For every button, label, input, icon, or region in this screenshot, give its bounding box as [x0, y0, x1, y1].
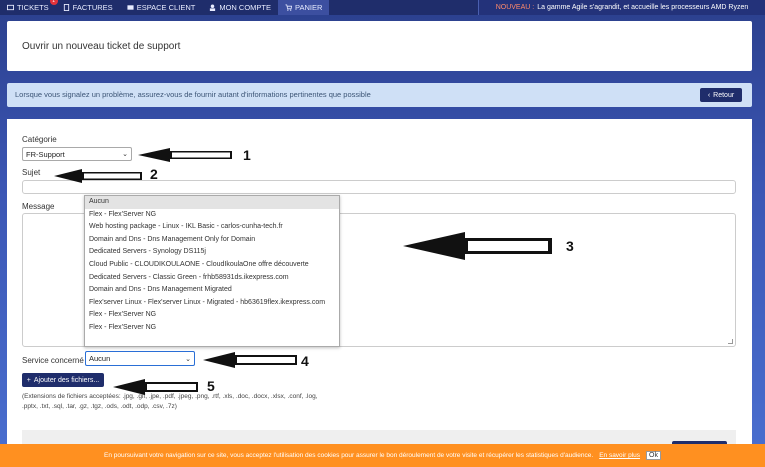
service-option[interactable]: Web hosting package - Linux - IKL Basic …: [85, 221, 339, 234]
info-text: Lorsque vous signalez un problème, assur…: [15, 90, 371, 99]
service-option[interactable]: Aucun: [85, 196, 339, 209]
add-files-label: Ajouter des fichiers...: [33, 376, 100, 384]
category-label: Catégorie: [22, 135, 57, 144]
cookie-text: En poursuivant votre navigation sur ce s…: [104, 452, 594, 459]
service-option[interactable]: Domain and Dns - Dns Management Only for…: [85, 234, 339, 247]
news-tag: NOUVEAU :: [495, 4, 535, 11]
category-select[interactable]: FR-Support ⌄: [22, 147, 132, 161]
news-banner[interactable]: NOUVEAU : La gamme Agile s'agrandit, et …: [478, 0, 765, 15]
service-option[interactable]: Dedicated Servers - Classic Green - frhb…: [85, 272, 339, 285]
service-option[interactable]: Domain and Dns - Dns Management Migrated: [85, 284, 339, 297]
subject-label: Sujet: [22, 168, 41, 177]
annotation-number-2: 2: [150, 166, 158, 182]
chevron-left-icon: ‹: [707, 91, 711, 99]
extensions-line-1: (Extensions de fichiers acceptées: .jpg,…: [22, 393, 318, 400]
plus-icon: +: [26, 376, 31, 384]
service-dropdown-list[interactable]: Aucun Flex - Flex'Server NG Web hosting …: [84, 195, 340, 347]
chevron-down-icon: ⌄: [122, 151, 128, 158]
category-value: FR-Support: [26, 149, 65, 159]
annotation-number-5: 5: [207, 378, 215, 394]
add-files-button[interactable]: + Ajouter des fichiers...: [22, 373, 104, 387]
resize-handle-icon[interactable]: [728, 339, 733, 344]
service-option[interactable]: Flex - Flex'Server NG: [85, 209, 339, 222]
accepted-extensions: (Extensions de fichiers acceptées: .jpg,…: [22, 392, 322, 411]
service-value: Aucun: [89, 354, 111, 363]
nav-factures-label: FACTURES: [72, 3, 113, 12]
notification-badge: 1: [49, 0, 58, 5]
service-option[interactable]: Flex - Flex'Server NG: [85, 309, 339, 322]
back-button[interactable]: ‹ Retour: [700, 88, 742, 102]
annotation-number-4: 4: [301, 353, 309, 369]
invoice-icon: [63, 4, 70, 11]
nav-panier[interactable]: PANIER: [278, 0, 330, 15]
annotation-number-3: 3: [566, 238, 574, 254]
back-button-label: Retour: [713, 91, 735, 99]
message-label: Message: [22, 202, 55, 211]
page-title: Ouvrir un nouveau ticket de support: [22, 41, 181, 52]
annotation-number-1: 1: [243, 147, 251, 163]
nav-espace-client[interactable]: ESPACE CLIENT: [120, 0, 203, 15]
service-option[interactable]: Cloud Public - CLOUDIKOULAONE - CloudIko…: [85, 259, 339, 272]
service-option[interactable]: Flex - Flex'Server NG: [85, 322, 339, 335]
ticket-icon: [7, 4, 14, 11]
cart-icon: [285, 4, 292, 11]
news-text: La gamme Agile s'agrandit, et accueille …: [537, 4, 749, 11]
nav-tickets-label: TICKETS: [17, 3, 49, 12]
nav-espace-client-label: ESPACE CLIENT: [136, 3, 196, 12]
extensions-line-2: .pptx, .txt, .sql, .tar, .gz, .tgz, .ods…: [22, 402, 177, 410]
title-panel: Ouvrir un nouveau ticket de support: [7, 21, 752, 71]
nav-factures[interactable]: 1 FACTURES: [49, 0, 120, 15]
nav-tickets[interactable]: TICKETS: [0, 0, 56, 15]
cookie-banner: En poursuivant votre navigation sur ce s…: [0, 444, 765, 467]
service-label: Service concerné: [22, 356, 84, 365]
cookie-ok-button[interactable]: Ok: [646, 451, 661, 460]
info-alert: Lorsque vous signalez un problème, assur…: [7, 83, 752, 107]
chevron-down-icon: ⌄: [185, 355, 191, 363]
subject-input[interactable]: [22, 180, 736, 194]
service-option[interactable]: Flex'server Linux - Flex'server Linux - …: [85, 297, 339, 310]
nav-mon-compte[interactable]: MON COMPTE: [202, 0, 278, 15]
user-icon: [209, 4, 216, 11]
nav-panier-label: PANIER: [295, 3, 323, 12]
nav-mon-compte-label: MON COMPTE: [219, 3, 271, 12]
client-space-icon: [127, 4, 134, 11]
cookie-learn-more-link[interactable]: En savoir plus: [599, 452, 640, 459]
service-option[interactable]: Dedicated Servers - Synology DS115j: [85, 246, 339, 259]
service-select[interactable]: Aucun ⌄: [85, 351, 195, 366]
